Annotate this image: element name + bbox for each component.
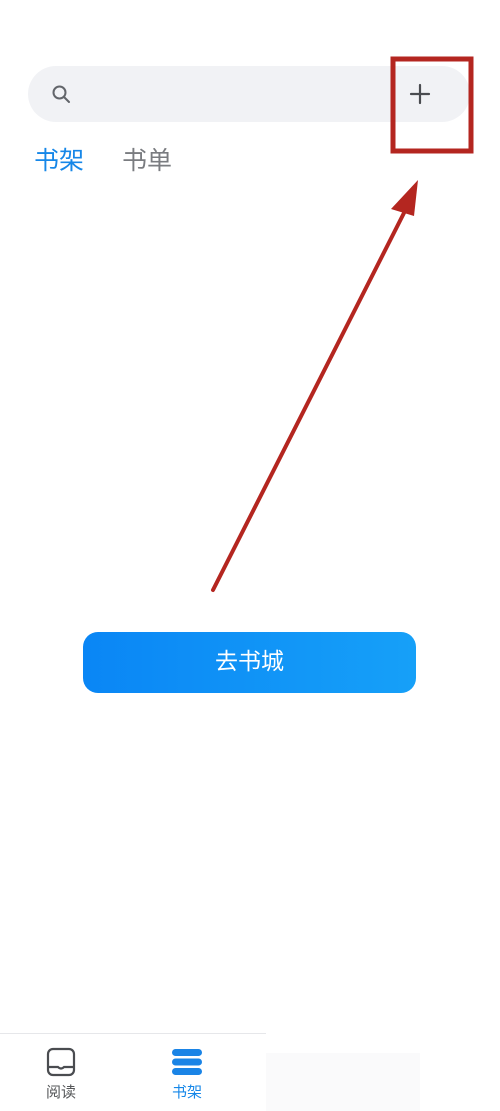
bottom-nav-item-bookshelf[interactable]: 书架 (152, 1046, 222, 1101)
go-to-bookstore-button[interactable]: 去书城 (83, 632, 416, 693)
reader-icon (46, 1047, 76, 1077)
plus-icon (409, 83, 431, 105)
annotation-arrowhead (391, 180, 418, 216)
tab-bookshelf[interactable]: 书架 (34, 141, 84, 181)
bottom-nav-label-bookshelf: 书架 (171, 1083, 202, 1101)
bottom-nav-label-read: 阅读 (45, 1083, 76, 1101)
search-icon (52, 85, 70, 103)
bottom-nav: 阅读 书架 (0, 1034, 500, 1111)
shelf-tabs: 书架 书单 (34, 141, 172, 181)
add-book-button[interactable] (404, 78, 436, 110)
bookshelf-icon (172, 1049, 202, 1075)
bottom-nav-item-read[interactable]: 阅读 (26, 1046, 96, 1101)
annotation-arrow-line (211, 205, 409, 592)
tab-booklist[interactable]: 书单 (122, 141, 172, 181)
